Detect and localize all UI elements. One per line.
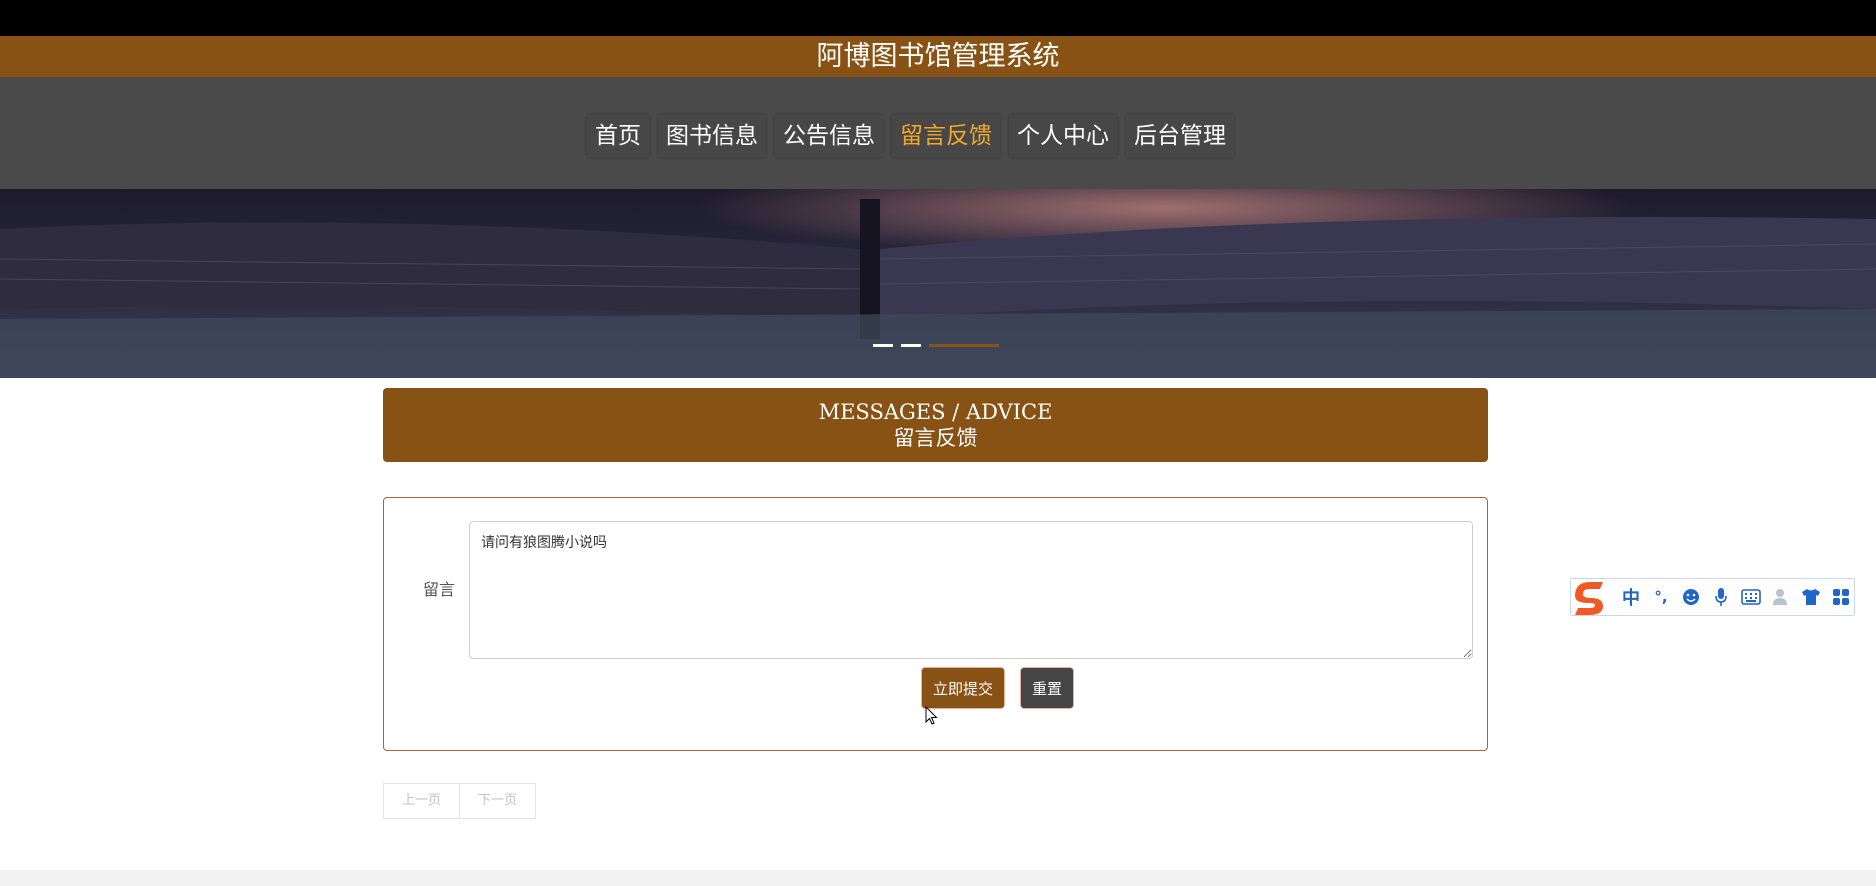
banner-carousel — [0, 189, 1876, 378]
pagination: 上一页 下一页 — [383, 783, 536, 819]
ime-mode[interactable]: 中 — [1619, 585, 1643, 609]
browser-top-bar — [0, 0, 1876, 36]
submit-button[interactable]: 立即提交 — [921, 667, 1005, 709]
nav-item-book-info[interactable]: 图书信息 — [658, 115, 766, 157]
carousel-dot-active[interactable] — [929, 344, 999, 347]
grid-icon[interactable] — [1829, 585, 1853, 609]
ime-items: 中 °, — [1619, 585, 1853, 609]
microphone-icon[interactable] — [1709, 585, 1733, 609]
nav-item-announcements[interactable]: 公告信息 — [775, 115, 883, 157]
section-header: MESSAGES / ADVICE 留言反馈 — [383, 388, 1488, 462]
nav-item-messages[interactable]: 留言反馈 — [892, 115, 1000, 157]
carousel-indicators — [873, 344, 999, 347]
message-textarea[interactable]: 请问有狼图腾小说吗 — [469, 521, 1473, 659]
banner-image — [0, 189, 1876, 378]
mouse-cursor-icon — [925, 706, 938, 725]
prev-page-button[interactable]: 上一页 — [383, 783, 460, 819]
keyboard-icon[interactable] — [1739, 585, 1763, 609]
nav-item-admin[interactable]: 后台管理 — [1126, 115, 1234, 157]
main-nav: 首页 图书信息 公告信息 留言反馈 个人中心 后台管理 — [0, 77, 1876, 189]
sogou-logo-icon[interactable] — [1569, 576, 1611, 618]
site-title: 阿博图书馆管理系统 — [816, 41, 1060, 72]
user-icon[interactable] — [1769, 585, 1793, 609]
site-title-bar: 阿博图书馆管理系统 — [0, 36, 1876, 77]
message-label: 留言 — [423, 580, 456, 599]
ime-toolbar: 中 °, — [1570, 578, 1855, 616]
nav-item-personal-center[interactable]: 个人中心 — [1009, 115, 1117, 157]
carousel-dot[interactable] — [901, 344, 921, 347]
ime-punct[interactable]: °, — [1649, 585, 1673, 609]
next-page-button[interactable]: 下一页 — [460, 783, 536, 819]
shirt-icon[interactable] — [1799, 585, 1823, 609]
reset-button[interactable]: 重置 — [1020, 667, 1074, 709]
carousel-dot[interactable] — [873, 344, 893, 347]
nav-item-home[interactable]: 首页 — [587, 115, 649, 157]
smiley-icon[interactable] — [1679, 585, 1703, 609]
footer — [0, 870, 1876, 886]
section-title-cn: 留言反馈 — [893, 426, 978, 450]
nav-list: 首页 图书信息 公告信息 留言反馈 个人中心 后台管理 — [587, 115, 1234, 157]
section-title-en: MESSAGES / ADVICE — [818, 400, 1053, 424]
